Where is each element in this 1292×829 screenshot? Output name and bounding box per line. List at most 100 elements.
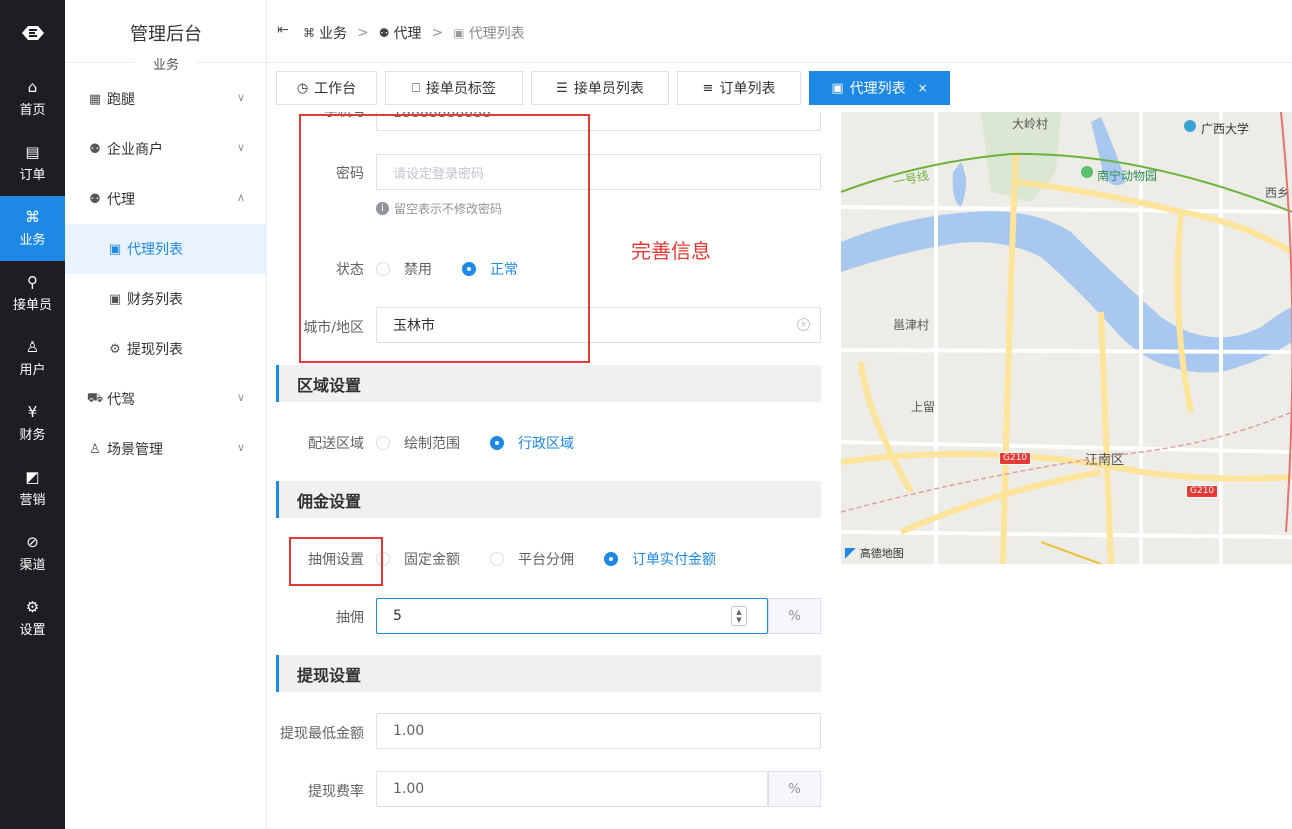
rail-item-order[interactable]: ▤ 订单 bbox=[0, 131, 65, 196]
bicycle-icon: ⚲ bbox=[27, 273, 38, 291]
tab-order-list[interactable]: ≡ 订单列表 bbox=[677, 71, 801, 105]
close-icon[interactable]: × bbox=[918, 81, 928, 95]
sidebar-item-label: 代理 bbox=[107, 192, 135, 208]
withdraw-list-icon: ⚙ bbox=[109, 341, 121, 357]
tab-label: 接单员标签 bbox=[425, 81, 496, 97]
min-withdraw-input[interactable]: 1.00 bbox=[376, 713, 821, 749]
bookmark-icon: ⎕ bbox=[412, 80, 420, 96]
rail-item-yen[interactable]: ¥ 财务 bbox=[0, 391, 65, 456]
map-label: 江南区 bbox=[1085, 453, 1125, 468]
rail-item-bicycle[interactable]: ⚲ 接单员 bbox=[0, 261, 65, 326]
commission-value: 5 bbox=[393, 608, 402, 624]
main-nav-rail: ⌂ 首页 ▤ 订单 ⌘ 业务 ⚲ 接单员 ♙ 用户 ¥ 财务 ◩ 营销 ⊘ 渠道 ⚙ 设置 bbox=[0, 0, 65, 829]
dashboard-icon: ◷ bbox=[296, 80, 309, 96]
map-label: 上留 bbox=[911, 400, 936, 414]
map-label: 邕津村 bbox=[893, 318, 930, 332]
scene-management-icon: ♙ bbox=[89, 441, 101, 457]
annotation-box bbox=[289, 537, 383, 586]
radio-circle bbox=[376, 436, 390, 450]
settings-icon: ⚙ bbox=[25, 598, 40, 616]
channel-icon: ⊘ bbox=[26, 533, 39, 551]
sidebar-item-withdraw-list[interactable]: ⚙ 提现列表 bbox=[65, 324, 267, 374]
delivery-admin-radio[interactable]: 行政区域 bbox=[490, 433, 574, 453]
sidebar-item-agent[interactable]: ⚉ 代理 ∧ bbox=[65, 174, 267, 224]
fold-menu-icon[interactable]: ⇤ bbox=[277, 22, 289, 38]
home-icon: ⌂ bbox=[27, 78, 38, 96]
chevron-down-icon: ∨ bbox=[236, 391, 245, 404]
agent-list-icon: ▣ bbox=[831, 80, 844, 96]
rail-item-home[interactable]: ⌂ 首页 bbox=[0, 66, 65, 131]
clear-icon[interactable]: × bbox=[797, 318, 810, 331]
tab-workbench[interactable]: ◷ 工作台 bbox=[276, 71, 377, 105]
radio-circle bbox=[490, 436, 504, 450]
sidebar-item-designated-driver[interactable]: ⛟ 代驾 ∨ bbox=[65, 374, 267, 424]
amap-logo-icon: ◤ bbox=[845, 545, 856, 561]
order-icon: ▤ bbox=[25, 143, 40, 161]
sidebar-item-label: 场景管理 bbox=[107, 442, 163, 458]
rail-item-label: 渠道 bbox=[19, 558, 46, 573]
app-title: 管理后台 bbox=[130, 24, 202, 45]
rail-item-settings[interactable]: ⚙ 设置 bbox=[0, 586, 65, 651]
rail-item-chart[interactable]: ◩ 营销 bbox=[0, 456, 65, 521]
designated-driver-icon: ⛟ bbox=[86, 390, 104, 406]
radio-label: 订单实付金额 bbox=[632, 552, 716, 568]
radio-circle bbox=[490, 552, 504, 566]
rail-item-label: 订单 bbox=[19, 168, 46, 183]
withdraw-fee-label: 提现费率 bbox=[308, 784, 364, 800]
map-view[interactable]: 大岭村 广西大学 南宁动物园 西乡 一号线 邕津村 上留 江南区 G210 G2… bbox=[841, 112, 1292, 564]
tab-agent-list[interactable]: ▣ 代理列表 × bbox=[809, 71, 950, 105]
tab-label: 接单员列表 bbox=[573, 81, 644, 97]
merchant-icon: ⚉ bbox=[89, 141, 101, 157]
sidebar-item-errand[interactable]: ▦ 跑腿 ∨ bbox=[65, 74, 267, 124]
map-label: 南宁动物园 bbox=[1097, 169, 1158, 183]
menu-lines-icon: ≡ bbox=[702, 80, 714, 96]
breadcrumb-item-business[interactable]: 业务 bbox=[319, 23, 347, 43]
app-logo bbox=[0, 0, 65, 66]
map-label: 广西大学 bbox=[1201, 122, 1250, 136]
delivery-area-label: 配送区域 bbox=[308, 436, 364, 452]
delivery-draw-radio[interactable]: 绘制范围 bbox=[376, 433, 460, 453]
rail-item-channel[interactable]: ⊘ 渠道 bbox=[0, 521, 65, 586]
agent-icon: ⚉ bbox=[378, 26, 390, 40]
breadcrumb-separator: > bbox=[431, 25, 444, 41]
percent-suffix: % bbox=[768, 771, 821, 807]
tab-label: 订单列表 bbox=[719, 81, 776, 97]
sidebar-item-merchant[interactable]: ⚉ 企业商户 ∨ bbox=[65, 124, 267, 174]
rail-item-business[interactable]: ⌘ 业务 bbox=[0, 196, 65, 261]
sidebar-item-label: 代理列表 bbox=[127, 242, 183, 258]
sidebar-item-scene-management[interactable]: ♙ 场景管理 ∨ bbox=[65, 424, 267, 474]
yen-icon: ¥ bbox=[27, 403, 38, 421]
user-icon: ♙ bbox=[25, 338, 40, 356]
sidebar-item-finance-list[interactable]: ▣ 财务列表 bbox=[65, 274, 267, 324]
map-label: 西乡 bbox=[1265, 186, 1290, 200]
radio-label: 绘制范围 bbox=[404, 436, 460, 452]
sub-menu: 管理后台 业务 ▦ 跑腿 ∨ ⚉ 企业商户 ∨ ⚉ 代理 ∧ ▣ 代理列表 ▣ 财务列表 ⚙ 提现列表 ⛟ 代驾… bbox=[65, 0, 267, 829]
commission-order-radio[interactable]: 订单实付金额 bbox=[604, 549, 716, 569]
tab-bar: ◷ 工作台 ⎕ 接单员标签 ☰ 接单员列表 ≡ 订单列表 ▣ 代理列表 × bbox=[276, 71, 958, 105]
commission-input[interactable]: 5 ▲ ▼ bbox=[376, 598, 768, 634]
business-icon: ⌘ bbox=[303, 26, 315, 40]
tab-rider-tags[interactable]: ⎕ 接单员标签 bbox=[385, 71, 523, 105]
annotation-text: 完善信息 bbox=[631, 239, 711, 263]
min-withdraw-label: 提现最低金额 bbox=[280, 726, 364, 742]
chevron-up-icon: ∧ bbox=[236, 191, 245, 204]
tab-rider-list[interactable]: ☰ 接单员列表 bbox=[531, 71, 669, 105]
rail-item-label: 设置 bbox=[19, 623, 46, 638]
tab-label: 代理列表 bbox=[849, 81, 906, 97]
rail-item-label: 用户 bbox=[19, 363, 46, 378]
withdraw-fee-input[interactable]: 1.00 bbox=[376, 771, 768, 807]
sidebar-item-agent-list[interactable]: ▣ 代理列表 bbox=[65, 224, 267, 274]
commission-fixed-radio[interactable]: 固定金额 bbox=[376, 549, 460, 569]
map-provider-name: 高德地图 bbox=[859, 547, 904, 560]
breadcrumb-item-agent[interactable]: 代理 bbox=[394, 23, 422, 43]
commission-platform-radio[interactable]: 平台分佣 bbox=[490, 549, 574, 569]
radio-circle bbox=[604, 552, 618, 566]
rail-item-label: 财务 bbox=[19, 428, 46, 443]
sidebar-item-label: 代驾 bbox=[107, 392, 135, 408]
rail-item-user[interactable]: ♙ 用户 bbox=[0, 326, 65, 391]
sidebar-item-label: 企业商户 bbox=[107, 142, 163, 158]
number-stepper[interactable]: ▲ ▼ bbox=[731, 606, 747, 626]
business-icon: ⌘ bbox=[25, 208, 40, 226]
rail-item-label: 营销 bbox=[19, 493, 46, 508]
withdraw-section-title: 提现设置 bbox=[276, 655, 821, 692]
